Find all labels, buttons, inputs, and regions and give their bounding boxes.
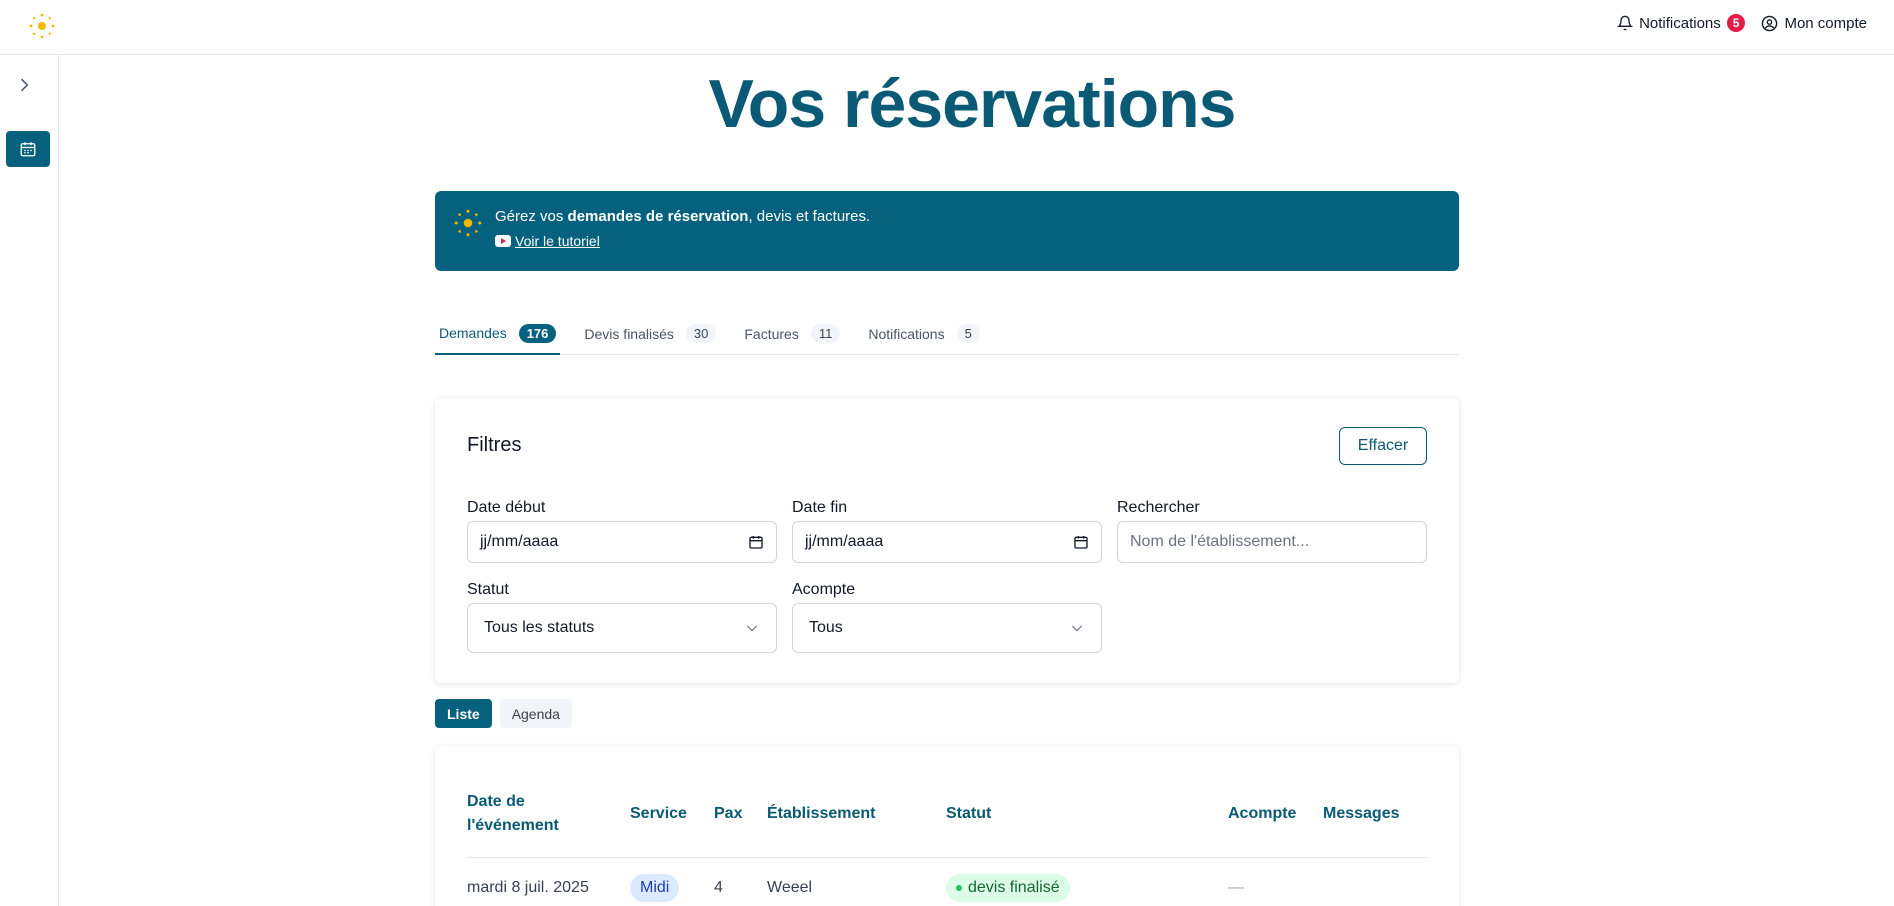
chevron-down-icon	[1071, 625, 1083, 632]
cell-deposit: —	[1228, 879, 1244, 896]
status-dot	[956, 885, 962, 891]
calendar-icon[interactable]	[1073, 534, 1089, 550]
notifications-label: Notifications	[1639, 14, 1721, 32]
agenda-view-button[interactable]: Agenda	[499, 699, 572, 728]
tab-demandes[interactable]: Demandes 176	[435, 313, 561, 355]
banner-message: Gérez vos demandes de réservation, devis…	[495, 208, 871, 225]
calendar-icon[interactable]	[748, 534, 764, 550]
filters-title: Filtres	[467, 434, 522, 456]
tutorial-link-label: Voir le tutoriel	[515, 233, 600, 249]
notifications-count-badge: 5	[1726, 14, 1746, 32]
notifications-button[interactable]: Notifications 5	[1617, 14, 1746, 32]
cell-establishment: Weeel	[767, 879, 813, 896]
tab-count-badge: 30	[685, 324, 717, 343]
account-button[interactable]: Mon compte	[1761, 15, 1867, 32]
cell-date: mardi 8 juil. 2025	[467, 879, 589, 896]
status-badge: devis finalisé	[946, 874, 1070, 902]
reservations-table: Date de l'événement Service Pax Établiss…	[435, 746, 1459, 906]
date-start-input[interactable]: jj/mm/aaaa	[467, 521, 777, 563]
date-start-label: Date début	[467, 499, 546, 516]
deposit-label: Acompte	[792, 581, 856, 598]
account-label: Mon compte	[1784, 14, 1867, 32]
status-label: Statut	[467, 581, 509, 598]
status-select[interactable]: Tous les statuts	[467, 603, 777, 653]
info-banner: Gérez vos demandes de réservation, devis…	[435, 191, 1459, 271]
date-end-input[interactable]: jj/mm/aaaa	[792, 521, 1102, 563]
column-header-pax[interactable]: Pax	[714, 802, 742, 826]
chevron-down-icon	[746, 625, 758, 632]
list-view-button[interactable]: Liste	[435, 699, 492, 728]
column-header-status[interactable]: Statut	[946, 802, 991, 826]
youtube-icon	[495, 235, 511, 247]
column-header-establishment[interactable]: Établissement	[767, 802, 875, 826]
sun-logo-icon	[454, 209, 482, 237]
tab-count-badge: 11	[810, 324, 841, 343]
view-toggle: Liste Agenda	[435, 699, 572, 728]
cell-pax: 4	[714, 879, 723, 896]
top-bar-actions: Notifications 5 Mon compte	[1617, 14, 1867, 32]
search-placeholder: Nom de l'établissement...	[1130, 533, 1310, 550]
tab-bar: Demandes 176 Devis finalisés 30 Factures…	[435, 313, 1459, 355]
column-header-date[interactable]: Date de l'événement	[467, 790, 559, 838]
filters-panel: Filtres Effacer Date début jj/mm/aaaa Da…	[435, 398, 1459, 683]
tab-devis-finalises[interactable]: Devis finalisés 30	[580, 313, 720, 354]
deposit-select[interactable]: Tous	[792, 603, 1102, 653]
header-divider	[467, 857, 1427, 858]
page-title: Vos réservations	[708, 66, 1236, 142]
sun-logo-icon[interactable]	[28, 12, 56, 40]
tab-count-badge: 176	[518, 323, 557, 343]
clear-filters-button[interactable]: Effacer	[1339, 427, 1427, 465]
user-circle-icon	[1762, 15, 1778, 31]
column-header-deposit[interactable]: Acompte	[1228, 802, 1296, 826]
tab-notifications[interactable]: Notifications 5	[864, 313, 984, 354]
tab-count-badge: 5	[956, 324, 980, 343]
search-input[interactable]: Nom de l'établissement...	[1117, 521, 1427, 563]
date-end-label: Date fin	[792, 499, 848, 516]
column-header-service[interactable]: Service	[630, 802, 687, 826]
top-bar: Notifications 5 Mon compte	[0, 0, 1894, 55]
service-badge: Midi	[630, 874, 680, 902]
sidebar	[0, 55, 59, 906]
search-label: Rechercher	[1117, 499, 1200, 516]
bell-icon	[1617, 15, 1634, 31]
tutorial-link[interactable]: Voir le tutoriel	[495, 233, 600, 249]
tab-factures[interactable]: Factures 11	[740, 313, 844, 354]
column-header-messages[interactable]: Messages	[1323, 802, 1400, 826]
